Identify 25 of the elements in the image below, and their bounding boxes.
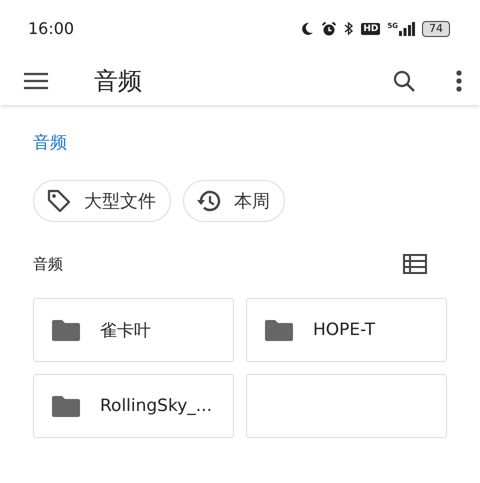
folder-tile[interactable]: HOPE-T: [246, 298, 447, 362]
folder-tile[interactable]: [246, 374, 447, 438]
folder-icon: [52, 395, 80, 417]
more-options-button[interactable]: [456, 70, 462, 92]
bluetooth-icon: [344, 21, 354, 36]
search-button[interactable]: [392, 69, 416, 93]
folder-icon: [265, 319, 293, 341]
folder-icon: [52, 319, 80, 341]
section-title: 音频: [33, 254, 63, 274]
filter-chip[interactable]: 本周: [183, 180, 285, 222]
tag-icon: [46, 188, 72, 214]
hd-badge: HD: [361, 22, 380, 34]
list-view-button[interactable]: [403, 254, 427, 274]
folder-tile[interactable]: RollingSky_...: [33, 374, 234, 438]
filter-chip[interactable]: 大型文件: [33, 180, 171, 222]
folder-tile[interactable]: 雀卡叶: [33, 298, 234, 362]
status-time: 16:00: [28, 19, 74, 38]
battery-indicator: 74: [422, 20, 450, 36]
menu-button[interactable]: [24, 72, 48, 90]
moon-icon: [300, 22, 314, 36]
app-title: 音频: [94, 66, 143, 97]
history-icon: [196, 188, 222, 214]
signal-icon: [399, 22, 415, 36]
breadcrumb-link[interactable]: 音频: [33, 131, 67, 154]
alarm-icon: [321, 20, 338, 36]
